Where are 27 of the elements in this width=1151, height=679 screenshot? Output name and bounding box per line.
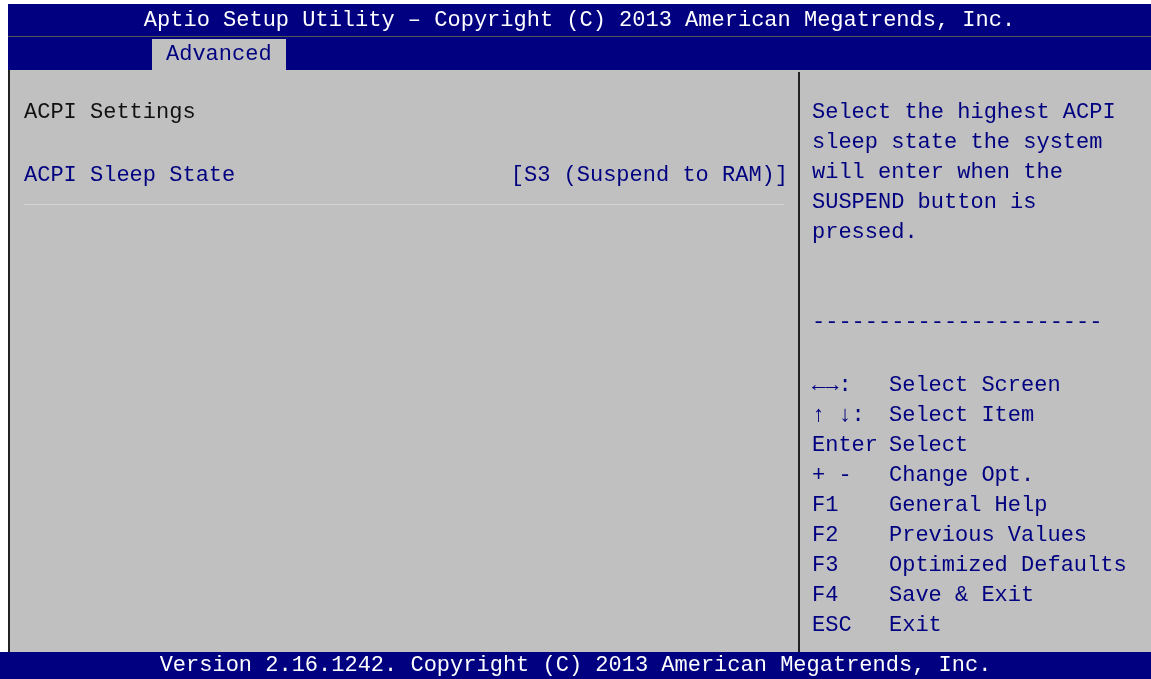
setting-value: [S3 (Suspend to RAM)]	[510, 162, 788, 188]
key-label: ↑ ↓:	[812, 402, 866, 430]
key-action: Select	[889, 432, 969, 460]
key-action: Select Screen	[889, 372, 1061, 400]
key-action: Previous Values	[889, 522, 1088, 550]
setting-label: ACPI Sleep State	[24, 162, 236, 188]
key-label: ESC	[812, 612, 853, 640]
key-label: F2	[812, 522, 840, 550]
key-label: F3	[812, 552, 840, 580]
tab[interactable]: Advanced	[152, 39, 286, 70]
key-label: Enter	[812, 432, 879, 460]
help-text: Select the highest ACPI sleep state the system will enter when the SUSPEND button is pressed.	[812, 99, 1117, 247]
setting-row[interactable]: ACPI Sleep State [S3 (Suspend to RAM)]	[24, 160, 798, 190]
key-action: Change Opt.	[889, 462, 1035, 490]
key-label: F1	[812, 492, 840, 520]
key-action: General Help	[889, 492, 1048, 520]
key-action: Select Item	[889, 402, 1035, 430]
section-title: ACPI Settings	[24, 100, 197, 127]
key-action: Save & Exit	[889, 582, 1035, 610]
key-label: + -	[812, 462, 853, 490]
version-text: Version 2.16.1242. Copyright (C) 2013 American Megatrends, Inc.	[159, 653, 992, 678]
key-action: Exit	[889, 612, 942, 640]
key-label: F4	[812, 582, 840, 610]
key-label: ←→:	[812, 372, 853, 400]
window-title: Aptio Setup Utility – Copyright (C) 2013 American Megatrends, Inc.	[143, 7, 1016, 33]
help-divider: ----------------------	[812, 309, 1104, 337]
key-action: Optimized Defaults	[889, 552, 1127, 580]
